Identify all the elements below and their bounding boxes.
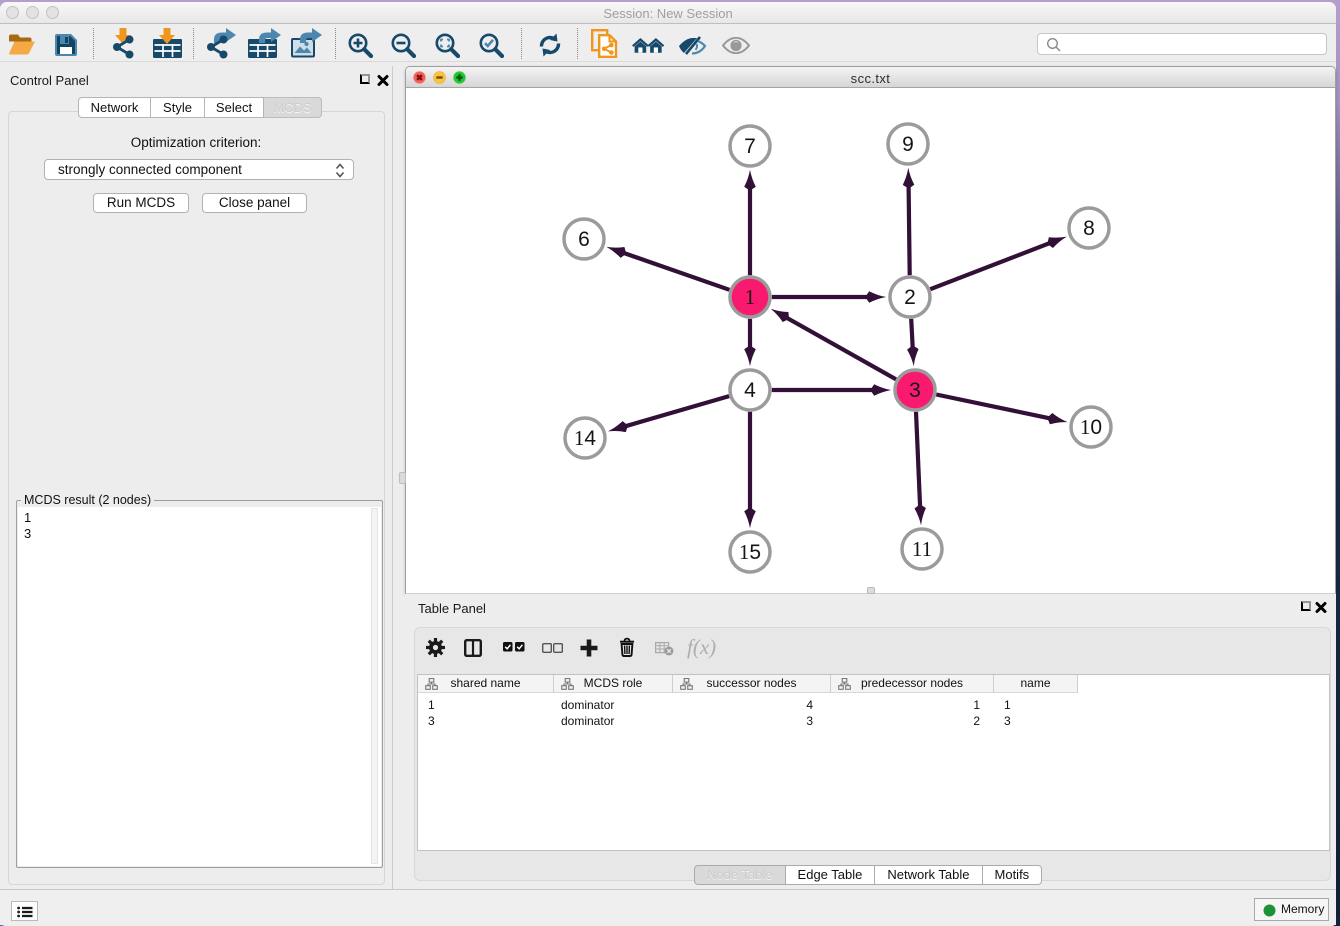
svg-text:9: 9 xyxy=(902,133,914,156)
svg-text:14: 14 xyxy=(574,426,597,450)
svg-text:7: 7 xyxy=(744,135,756,158)
svg-text:8: 8 xyxy=(1083,217,1095,240)
svg-text:11: 11 xyxy=(912,537,932,561)
svg-text:1: 1 xyxy=(745,285,756,309)
svg-text:10: 10 xyxy=(1080,415,1102,439)
svg-text:2: 2 xyxy=(904,286,916,309)
svg-text:15: 15 xyxy=(739,540,761,564)
svg-text:4: 4 xyxy=(744,379,756,402)
svg-text:3: 3 xyxy=(909,379,921,402)
svg-text:6: 6 xyxy=(578,228,590,251)
